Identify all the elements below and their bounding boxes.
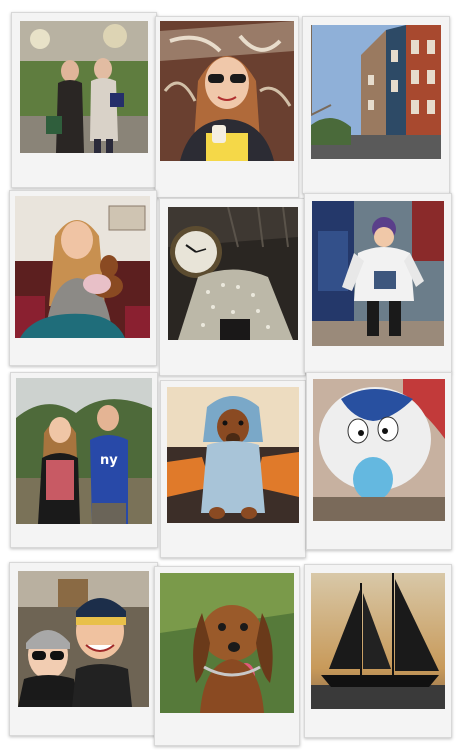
photo-fan-super-bowl xyxy=(312,201,444,346)
polaroid-schooner xyxy=(304,564,452,738)
polaroid-dachshund-dragon xyxy=(160,380,306,558)
polaroid-station-clock xyxy=(159,198,306,376)
svg-text:ny: ny xyxy=(100,453,118,468)
photo-dachshund-dragon-costume xyxy=(167,387,299,523)
polaroid-seahawks-fan xyxy=(304,193,452,373)
polaroid-two-women xyxy=(11,12,157,188)
photo-brown-dog-tongue xyxy=(160,573,294,713)
photo-station-clock-chandelier xyxy=(168,207,298,340)
photo-brick-rowhouse-street xyxy=(311,25,441,159)
polaroid-brick-street xyxy=(302,16,450,194)
polaroid-couple-selfie xyxy=(9,562,158,736)
photo-couple-orchard: ny xyxy=(16,378,152,524)
polaroid-parade-balloon xyxy=(306,372,452,550)
photo-parade-balloon xyxy=(313,379,445,521)
photo-couple-selfie-hats xyxy=(18,571,149,707)
polaroid-woman-dachshund-couch xyxy=(9,190,157,366)
polaroid-couple-orchard: ny xyxy=(10,372,158,548)
photo-woman-sunglasses-graffiti xyxy=(160,21,294,161)
photo-woman-with-dachshund xyxy=(15,196,150,338)
photo-schooner-sunset xyxy=(311,573,445,709)
polaroid-brown-dog xyxy=(154,566,300,746)
polaroid-woman-sunglasses xyxy=(155,16,299,198)
photo-two-women-holiday-street xyxy=(20,21,148,153)
